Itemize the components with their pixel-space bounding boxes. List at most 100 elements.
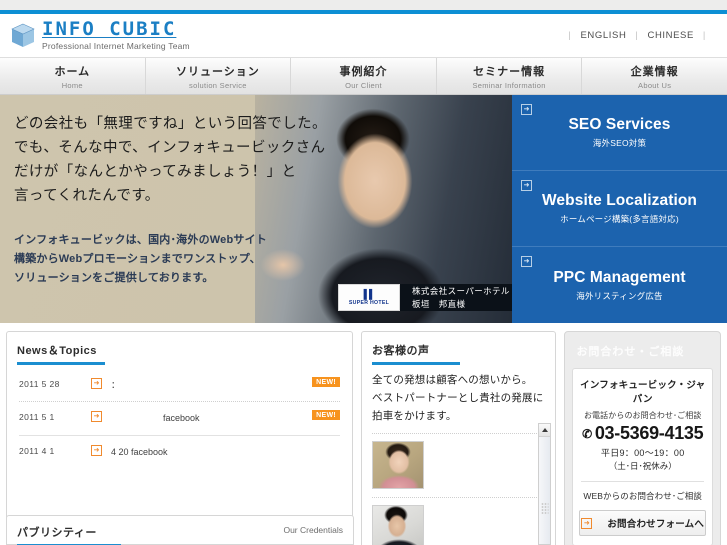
contact-closed-note: （土･日･祝休み） (608, 461, 677, 471)
scrollbar-thumb[interactable] (539, 437, 551, 544)
arrow-right-icon (521, 180, 532, 191)
nav-label-ja: ソリューション (176, 65, 260, 78)
contact-form-button[interactable]: お問合わせフォームへ (579, 510, 706, 536)
nav-label-ja: セミナー情報 (473, 65, 546, 78)
nav-item-about-us[interactable]: 企業情報 About Us (582, 58, 727, 94)
scroll-up-arrow-icon[interactable] (539, 424, 551, 437)
news-date: 2011 5 1 (19, 412, 55, 423)
voice-quote-line: 拍車をかけます。 (372, 410, 457, 423)
site-header: INFO CUBIC Professional Internet Marketi… (0, 14, 727, 58)
hero-caption: ▌▌ SUPER HOTEL 株式会社スーパーホテル 板垣 邦直様 (338, 284, 520, 311)
news-title: News＆Topics (17, 345, 97, 357)
service-title: Website Localization (541, 192, 698, 209)
news-text: ： (111, 380, 121, 390)
contact-hours: 平日9：00〜19：00 (600, 448, 685, 458)
news-text: 4 20 facebook (111, 446, 168, 457)
news-date: 2011 4 1 (19, 445, 55, 456)
link-english[interactable]: ENGLISH (581, 30, 627, 41)
voice-scrollbar[interactable] (538, 423, 552, 545)
nav-item-seminar[interactable]: セミナー情報 Seminar Information (437, 58, 583, 94)
hero-subtext-block: インフォキュービックは、国内･海外のWebサイト 構築からWebプロモーションま… (14, 231, 314, 288)
contact-phone-label: お電話からのお問合わせ･ご相談 (583, 411, 702, 420)
arrow-right-icon (91, 378, 102, 389)
voice-thumbnail-2[interactable] (372, 505, 424, 545)
service-box-ppc[interactable]: PPC Management 海外リスティング広告 (512, 247, 727, 323)
service-box-localization[interactable]: Website Localization ホームページ構築(多言語対応) (512, 171, 727, 247)
arrow-right-icon (581, 517, 593, 529)
logo-text-group: INFO CUBIC Professional Internet Marketi… (42, 20, 190, 51)
customer-voice-panel: お客様の声 全ての発想は顧客への想いから。 ベストパートナーとし貴社の発展に 拍… (361, 331, 557, 545)
arrow-right-icon (91, 444, 102, 456)
main-content: News＆Topics 2011 5 28 ： NEW! 2011 5 1 fa… (0, 323, 727, 545)
top-gray-strip (0, 0, 727, 10)
super-hotel-logo: ▌▌ SUPER HOTEL (338, 284, 400, 311)
news-text: facebook (111, 411, 340, 426)
arrow-right-icon (521, 104, 532, 115)
hero-subtext-line: ソリューションをご提供しております。 (14, 271, 214, 284)
contact-box: お問合わせ・ご相談 インフォキュービック・ジャパン お電話からのお問合わせ･ご相… (564, 331, 721, 545)
hero-quote-block: どの会社も「無理ですね」という回答でした。 でも、そんな中で、インフォキュービッ… (14, 113, 344, 209)
hero-subtext-line: 構築からWebプロモーションまでワンストップ、 (14, 252, 261, 265)
nav-label-en: Home (61, 80, 83, 90)
caption-person: 板垣 邦直様 (412, 298, 466, 309)
publicity-title-ja: パブリシティー (17, 527, 97, 539)
page-root: INFO CUBIC Professional Internet Marketi… (0, 0, 727, 545)
link-chinese[interactable]: CHINESE (647, 30, 693, 41)
contact-sidebar: お問合わせ・ご相談 インフォキュービック・ジャパン お電話からのお問合わせ･ご相… (564, 331, 721, 545)
publicity-head: パブリシティー Our Credentials (7, 516, 353, 544)
news-row[interactable]: 2011 5 28 ： NEW! (19, 369, 340, 403)
cube-logo-icon (11, 23, 35, 47)
nav-item-home[interactable]: ホーム Home (0, 58, 146, 94)
hero-quote-line: どの会社も「無理ですね」という回答でした。 (14, 116, 327, 132)
super-hotel-mark: ▌▌ (363, 288, 376, 299)
hero-quote-line: 言ってくれたんです。 (14, 187, 160, 204)
contact-inner: インフォキュービック・ジャパン お電話からのお問合わせ･ご相談 ✆ 03-536… (572, 368, 713, 545)
voice-body: 全ての発想は顧客への想いから。 ベストパートナーとし貴社の発展に 拍車をかけます… (362, 365, 555, 545)
voice-thumbnail-1[interactable] (372, 441, 424, 490)
service-title: SEO Services (568, 116, 671, 133)
service-subtitle: 海外リスティング広告 (576, 290, 663, 301)
logo-title: INFO CUBIC (42, 18, 177, 41)
contact-separator (581, 481, 704, 482)
arrow-right-icon (521, 256, 532, 267)
news-row[interactable]: 2011 5 1 facebook NEW! (19, 402, 340, 436)
super-hotel-name: SUPER HOTEL (348, 299, 390, 306)
caption-company: 株式会社スーパーホテル (412, 286, 510, 297)
hero-banner: どの会社も「無理ですね」という回答でした。 でも、そんな中で、インフォキュービッ… (0, 95, 727, 323)
hero-quote-line: でも、そんな中で、インフォキュービックさん (14, 139, 326, 156)
nav-label-en: About Us (638, 80, 672, 90)
nav-label-en: Seminar Information (472, 80, 546, 90)
voice-panel-head: お客様の声 (362, 332, 555, 362)
news-text-line2: facebook (163, 413, 200, 424)
news-row[interactable]: 2011 4 1 4 20 facebook (19, 436, 340, 468)
nav-item-our-client[interactable]: 事例紹介 Our Client (291, 58, 437, 94)
voice-divider (372, 497, 546, 499)
news-new-badge: NEW! (312, 410, 340, 421)
news-new-badge: NEW! (312, 377, 340, 387)
nav-label-ja: 事例紹介 (339, 65, 388, 78)
nav-item-solution[interactable]: ソリューション solution Service (146, 58, 292, 94)
main-navigation: ホーム Home ソリューション solution Service 事例紹介 O… (0, 58, 727, 95)
nav-label-ja: ホーム (54, 65, 91, 78)
publicity-title-en: Our Credentials (283, 525, 343, 535)
contact-heading: お問合わせ・ご相談 (576, 346, 685, 358)
nav-label-ja: 企業情報 (630, 65, 679, 78)
service-box-seo[interactable]: SEO Services 海外SEO対策 (512, 95, 727, 171)
contact-web-label: WEBからのお問合わせ･ご相談 (583, 491, 703, 501)
service-subtitle: 海外SEO対策 (592, 138, 647, 148)
news-panel: News＆Topics 2011 5 28 ： NEW! 2011 5 1 fa… (6, 331, 353, 545)
logo-tagline: Professional Internet Marketing Team (42, 41, 190, 52)
service-title: PPC Management (553, 268, 686, 286)
news-date: 2011 5 28 (19, 379, 60, 389)
contact-phone-number: 03-5369-4135 (594, 423, 704, 443)
news-panel-head: News＆Topics (7, 332, 352, 362)
nav-label-en: Our Client (345, 80, 382, 90)
lang-sep-2: | (635, 30, 639, 41)
nav-label-en: solution Service (189, 80, 247, 90)
contact-form-button-label: お問合わせフォームへ (607, 519, 705, 530)
hero-service-boxes: SEO Services 海外SEO対策 Website Localizatio… (512, 95, 727, 323)
voice-title: お客様の声 (372, 345, 430, 357)
news-list: 2011 5 28 ： NEW! 2011 5 1 facebook NEW! … (7, 365, 352, 476)
hero-subtext-line: インフォキュービックは、国内･海外のWebサイト (14, 234, 267, 246)
site-logo[interactable]: INFO CUBIC Professional Internet Marketi… (10, 20, 190, 51)
